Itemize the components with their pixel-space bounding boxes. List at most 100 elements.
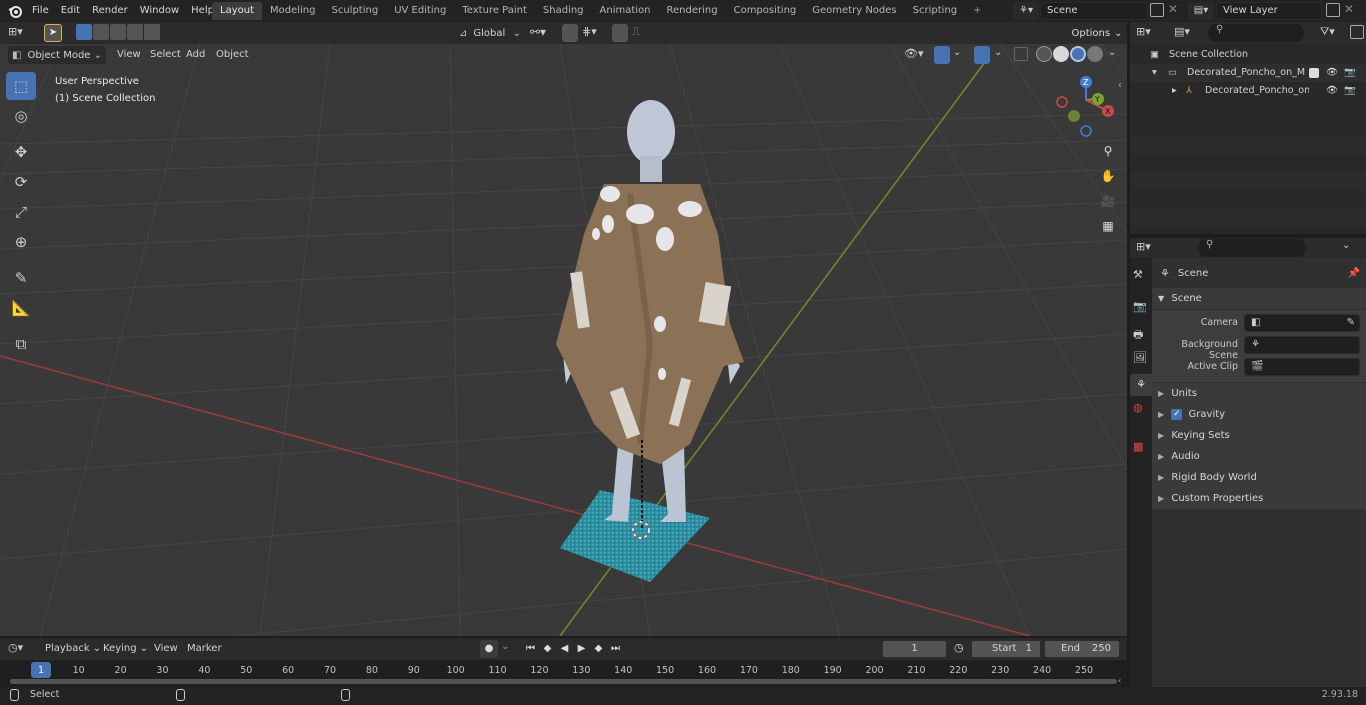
ortho-grid-icon[interactable]: ▦ (1097, 215, 1119, 237)
tab-rendering[interactable]: Rendering (659, 2, 726, 20)
menu-render[interactable]: Render (86, 0, 134, 22)
texture-tab-icon[interactable]: ▩ (1133, 440, 1143, 453)
mode-extend-icon[interactable] (93, 24, 109, 40)
tab-animation[interactable]: Animation (592, 2, 659, 20)
tab-geometry-nodes[interactable]: Geometry Nodes (804, 2, 904, 20)
camera-icon[interactable]: 📷 (1344, 64, 1356, 82)
material-shading-icon[interactable] (1070, 46, 1086, 62)
tab-compositing[interactable]: Compositing (726, 2, 805, 20)
tab-modeling[interactable]: Modeling (262, 2, 324, 20)
end-frame-field[interactable]: End 250 (1044, 640, 1120, 658)
play-icon[interactable]: ▶ (573, 640, 590, 658)
current-frame-field[interactable]: 1 (882, 640, 947, 658)
select-box-tool-icon[interactable]: ➤ (44, 24, 62, 42)
solid-shading-icon[interactable] (1053, 46, 1069, 62)
outliner-search-input[interactable]: ⚲ (1208, 24, 1304, 42)
navigation-gizmo[interactable]: Z Y X (1056, 76, 1114, 137)
snap-target-icon[interactable]: ⋕▾ (582, 25, 597, 38)
expand-icon[interactable]: ▸ (1172, 82, 1177, 100)
mode-subtract-icon[interactable] (110, 24, 126, 40)
3d-viewport[interactable]: Z Y X User Perspective (1) Scene Collect… (0, 44, 1127, 636)
camera-view-icon[interactable]: 🎥 (1097, 190, 1119, 212)
transform-tool-icon[interactable]: ⊕ (6, 228, 36, 256)
options-dropdown[interactable]: Options ⌄ (1070, 24, 1124, 42)
proportional-edit-icon[interactable] (612, 24, 628, 42)
measure-tool-icon[interactable]: 📐 (6, 294, 36, 322)
units-panel-header[interactable]: ▶ Units (1152, 383, 1366, 404)
chevron-down-icon[interactable]: ⌄ (501, 641, 509, 652)
rendered-shading-icon[interactable] (1087, 46, 1103, 62)
camera-field[interactable]: ◧ ✎ (1244, 314, 1360, 332)
editor-type-icon[interactable]: ⊞▾ (1136, 25, 1151, 38)
scale-tool-icon[interactable]: ⤢ (6, 198, 36, 226)
overlays-toggle-icon[interactable] (974, 46, 990, 64)
proportional-falloff-icon[interactable]: ⎍ (632, 25, 640, 39)
pivot-point-icon[interactable]: ⚯▾ (530, 25, 546, 39)
pin-icon[interactable]: 📌 (1348, 268, 1360, 279)
tab-sculpting[interactable]: Sculpting (324, 2, 387, 20)
exclude-checkbox[interactable] (1309, 68, 1319, 78)
scene-name-field[interactable]: Scene (1040, 2, 1148, 20)
display-mode-icon[interactable]: ▤▾ (1174, 25, 1190, 38)
cursor-tool-icon[interactable]: ◎ (6, 102, 36, 130)
scene-selector-icon[interactable]: ⚘▾ (1013, 2, 1039, 20)
zoom-icon[interactable]: ⚲ (1097, 140, 1119, 162)
tab-scripting[interactable]: Scripting (905, 2, 965, 20)
add-menu[interactable]: Add (181, 46, 210, 64)
wireframe-shading-icon[interactable] (1036, 46, 1052, 62)
rigid-body-panel-header[interactable]: ▶ Rigid Body World (1152, 467, 1366, 488)
filter-icon[interactable]: ⛛▾ (1320, 25, 1335, 39)
view-layer-selector-icon[interactable]: ▤▾ (1188, 2, 1214, 20)
tab-texture-paint[interactable]: Texture Paint (454, 2, 535, 20)
eye-icon[interactable]: 👁 (1326, 64, 1338, 82)
preview-range-icon[interactable]: ◷ (954, 641, 964, 654)
new-collection-icon[interactable] (1350, 25, 1364, 39)
tab-shading[interactable]: Shading (535, 2, 592, 20)
menu-edit[interactable]: Edit (55, 0, 86, 22)
chevron-down-icon[interactable]: ⌄ (994, 47, 1002, 58)
xray-toggle-icon[interactable] (1014, 47, 1028, 61)
editor-type-icon[interactable]: ⊞▾ (8, 25, 34, 41)
pan-hand-icon[interactable]: ✋ (1097, 165, 1119, 187)
prev-keyframe-icon[interactable]: ◆ (539, 640, 556, 658)
object-menu[interactable]: Object (211, 46, 254, 64)
view-menu[interactable]: View (112, 46, 146, 64)
outliner-row-scene-collection[interactable]: ▣ Scene Collection (1130, 46, 1366, 64)
tool-tab-icon[interactable]: ⚒ (1133, 268, 1143, 281)
outliner-row-object[interactable]: ▸ ⅄ Decorated_Poncho_on_M 👁 📷 (1130, 82, 1366, 100)
remove-scene-icon[interactable]: ✕ (1168, 2, 1178, 16)
mode-intersect-icon[interactable] (144, 24, 160, 40)
new-view-layer-icon[interactable] (1326, 3, 1340, 17)
expand-icon[interactable]: ▾ (1152, 64, 1157, 82)
keying-sets-panel-header[interactable]: ▶ Keying Sets (1152, 425, 1366, 446)
visibility-filter-icon[interactable]: 👁▾ (904, 47, 924, 60)
mode-difference-icon[interactable] (127, 24, 143, 40)
select-tool-icon[interactable]: ⬚ (6, 72, 36, 100)
tab-uv-editing[interactable]: UV Editing (386, 2, 454, 20)
editor-type-icon[interactable]: ⊞▾ (1136, 240, 1151, 253)
marker-menu[interactable]: Marker (182, 640, 227, 658)
world-tab-icon[interactable]: ◍ (1133, 401, 1143, 414)
outliner-row-collection[interactable]: ▾ ▭ Decorated_Poncho_on_Manne 👁 📷 (1130, 64, 1366, 82)
background-scene-field[interactable]: ⚘ (1244, 336, 1360, 354)
gravity-panel-header[interactable]: ▶ ✓ Gravity (1152, 404, 1366, 425)
gravity-checkbox[interactable]: ✓ (1171, 408, 1183, 420)
eye-icon[interactable]: 👁 (1326, 82, 1338, 100)
transform-orientation-dropdown[interactable]: ⊿ Global ⌄ (455, 24, 525, 42)
chevron-down-icon[interactable]: ⌄ (1342, 240, 1350, 251)
auto-keying-icon[interactable]: ● (480, 640, 498, 658)
gizmo-toggle-icon[interactable] (934, 46, 950, 64)
audio-panel-header[interactable]: ▶ Audio (1152, 446, 1366, 467)
view-layer-field[interactable]: View Layer (1216, 2, 1322, 20)
start-frame-field[interactable]: Start 1 (971, 640, 1041, 658)
mannequin-head[interactable] (627, 100, 675, 164)
output-tab-icon[interactable]: 🖶 (1133, 326, 1143, 345)
menu-file[interactable]: File (26, 0, 55, 22)
menu-window[interactable]: Window (134, 0, 185, 22)
add-workspace-icon[interactable]: + (965, 2, 989, 20)
camera-icon[interactable]: 📷 (1344, 82, 1356, 100)
snap-toggle-icon[interactable] (562, 24, 578, 42)
rotate-tool-icon[interactable]: ⟳ (6, 168, 36, 196)
editor-type-icon[interactable]: ◷▾ (8, 641, 23, 654)
custom-properties-panel-header[interactable]: ▶ Custom Properties (1152, 488, 1366, 509)
